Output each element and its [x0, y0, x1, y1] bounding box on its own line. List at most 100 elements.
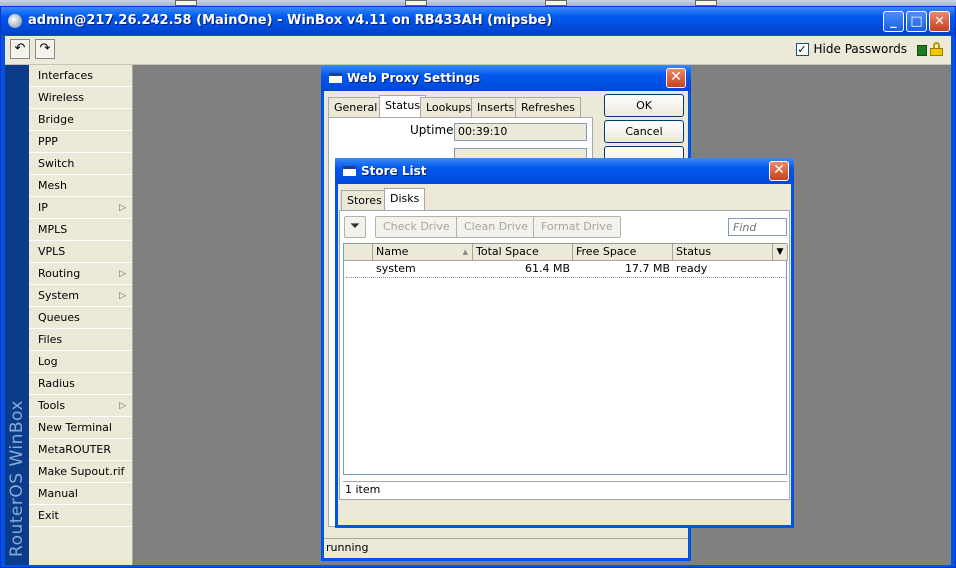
- disks-toolbar: ⏷ Check Drive Clean Drive Format Drive: [344, 216, 787, 238]
- row-focus-line: [346, 277, 786, 278]
- uptime-label: Uptime:: [410, 123, 458, 137]
- sidebar-item-radius[interactable]: Radius: [29, 373, 132, 395]
- brand-vertical-text: RouterOS WinBox: [7, 400, 27, 557]
- sidebar-item-label: Switch: [38, 157, 75, 170]
- workspace: Web Proxy Settings ✕ General Status Look…: [134, 65, 951, 565]
- web-proxy-title-bar[interactable]: Web Proxy Settings ✕: [321, 65, 691, 91]
- item-count: 1 item: [345, 483, 381, 496]
- main-title-bar[interactable]: admin@217.26.242.58 (MainOne) - WinBox v…: [1, 7, 955, 35]
- sidebar-item-queues[interactable]: Queues: [29, 307, 132, 329]
- redo-icon[interactable]: ↷: [35, 39, 55, 59]
- sidebar-item-label: Make Supout.rif: [38, 465, 125, 478]
- check-drive-button[interactable]: Check Drive: [375, 216, 458, 238]
- winbox-main-window: admin@217.26.242.58 (MainOne) - WinBox v…: [0, 6, 956, 568]
- sidebar-item-metarouter[interactable]: MetaROUTER: [29, 439, 132, 461]
- sidebar-item-new-terminal[interactable]: New Terminal: [29, 417, 132, 439]
- tab-refreshes[interactable]: Refreshes: [515, 97, 582, 117]
- hide-passwords-label: Hide Passwords: [813, 42, 907, 56]
- sidebar-item-label: Radius: [38, 377, 75, 390]
- close-button[interactable]: ✕: [929, 11, 950, 32]
- submenu-arrow-icon: ▷: [119, 401, 126, 411]
- sidebar-item-label: Wireless: [38, 91, 85, 104]
- cell-total-space: 61.4 MB: [524, 262, 570, 275]
- ok-button[interactable]: OK: [604, 94, 684, 117]
- web-proxy-tabs: General Status Lookups Inserts Refreshes: [328, 95, 591, 119]
- uptime-value: 00:39:10: [454, 123, 587, 141]
- tab-disks[interactable]: Disks: [384, 188, 426, 210]
- sidebar-item-bridge[interactable]: Bridge: [29, 109, 132, 131]
- sidebar-item-files[interactable]: Files: [29, 329, 132, 351]
- cell-free-space: 17.7 MB: [624, 262, 670, 275]
- sidebar-item-wireless[interactable]: Wireless: [29, 87, 132, 109]
- sidebar-item-tools[interactable]: Tools ▷: [29, 395, 132, 417]
- sidebar-item-mesh[interactable]: Mesh: [29, 175, 132, 197]
- find-input[interactable]: [728, 218, 787, 236]
- sidebar-item-system[interactable]: System ▷: [29, 285, 132, 307]
- undo-icon[interactable]: ↶: [10, 39, 30, 59]
- submenu-arrow-icon: ▷: [119, 291, 126, 301]
- main-window-title: admin@217.26.242.58 (MainOne) - WinBox v…: [28, 13, 553, 28]
- sidebar-item-label: Mesh: [38, 179, 67, 192]
- sidebar-item-label: Log: [38, 355, 58, 368]
- cell-name: system: [376, 262, 416, 275]
- client-area: RouterOS WinBox Interfaces Wireless Bridge…: [5, 65, 951, 565]
- tab-inserts[interactable]: Inserts: [471, 97, 521, 117]
- sidebar-item-label: VPLS: [38, 245, 66, 258]
- sidebar-item-manual[interactable]: Manual: [29, 483, 132, 505]
- sidebar-menu: Interfaces Wireless Bridge PPP Switch Mesh IP ▷…: [29, 65, 133, 565]
- sidebar-item-switch[interactable]: Switch: [29, 153, 132, 175]
- main-toolbar: ↶ ↷ ✓ Hide Passwords: [5, 36, 951, 65]
- sidebar-item-label: New Terminal: [38, 421, 112, 434]
- sidebar-item-make-supout-rif[interactable]: Make Supout.rif: [29, 461, 132, 483]
- sidebar-item-label: MPLS: [38, 223, 68, 236]
- format-drive-button[interactable]: Format Drive: [533, 216, 621, 238]
- maximize-button[interactable]: □: [906, 11, 927, 32]
- store-list-tabs: Stores Disks: [341, 188, 461, 212]
- sidebar-item-mpls[interactable]: MPLS: [29, 219, 132, 241]
- store-list-title: Store List: [361, 164, 427, 178]
- cell-status: ready: [676, 262, 708, 275]
- store-list-window: Store List ✕ Stores Disks ⏷ Check Drive …: [335, 158, 794, 528]
- sidebar-item-label: Bridge: [38, 113, 74, 126]
- disks-table: Name ▲ Total Space Free Space Status ▼ sy…: [343, 243, 788, 475]
- sidebar-item-log[interactable]: Log: [29, 351, 132, 373]
- hide-passwords-checkbox[interactable]: ✓: [795, 42, 809, 56]
- web-proxy-status-bar: running: [324, 538, 688, 558]
- minimize-button[interactable]: _: [883, 11, 904, 32]
- sidebar-item-label: Manual: [38, 487, 78, 500]
- hide-passwords-option[interactable]: ✓ Hide Passwords: [795, 42, 907, 56]
- sidebar-item-vpls[interactable]: VPLS: [29, 241, 132, 263]
- sidebar-item-interfaces[interactable]: Interfaces: [29, 65, 132, 87]
- sidebar-item-ppp[interactable]: PPP: [29, 131, 132, 153]
- sidebar-item-ip[interactable]: IP ▷: [29, 197, 132, 219]
- table-row[interactable]: system 61.4 MB 17.7 MB ready: [344, 244, 788, 278]
- web-proxy-title: Web Proxy Settings: [347, 71, 481, 85]
- sidebar-item-label: Files: [38, 333, 63, 346]
- web-proxy-close-button[interactable]: ✕: [666, 68, 686, 88]
- status-text: running: [326, 541, 369, 554]
- clean-drive-button[interactable]: Clean Drive: [456, 216, 537, 238]
- filter-icon[interactable]: ⏷: [344, 216, 366, 238]
- sidebar-item-label: Interfaces: [38, 69, 93, 82]
- sidebar-item-label: Exit: [38, 509, 59, 522]
- tab-general[interactable]: General: [328, 97, 384, 117]
- tab-lookups[interactable]: Lookups: [420, 97, 478, 117]
- sidebar-item-label: Routing: [38, 267, 81, 280]
- window-icon: [343, 166, 356, 176]
- winbox-app-icon: [8, 14, 22, 28]
- submenu-arrow-icon: ▷: [119, 269, 126, 279]
- cancel-button[interactable]: Cancel: [604, 120, 684, 143]
- sidebar-item-label: Tools: [38, 399, 66, 412]
- sidebar-item-label: Queues: [38, 311, 80, 324]
- store-list-title-bar[interactable]: Store List ✕: [335, 158, 794, 184]
- disks-panel: ⏷ Check Drive Clean Drive Format Drive N…: [339, 210, 790, 500]
- sidebar-item-label: IP: [38, 201, 48, 214]
- tab-stores[interactable]: Stores: [341, 190, 388, 210]
- sidebar-item-label: MetaROUTER: [38, 443, 111, 456]
- store-list-close-button[interactable]: ✕: [769, 161, 789, 181]
- store-list-footer: 1 item: [343, 481, 787, 497]
- lock-icon: [930, 42, 943, 56]
- sidebar-item-exit[interactable]: Exit: [29, 505, 132, 527]
- tab-status[interactable]: Status: [379, 95, 427, 117]
- sidebar-item-routing[interactable]: Routing ▷: [29, 263, 132, 285]
